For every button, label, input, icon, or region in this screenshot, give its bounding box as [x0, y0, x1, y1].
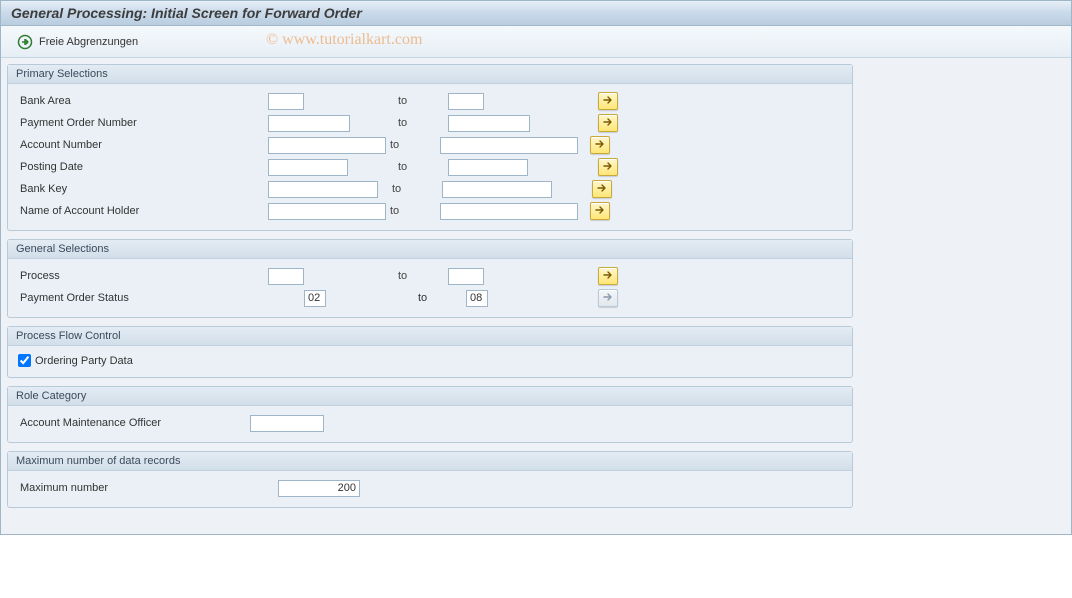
name-holder-multi-select-button[interactable] — [590, 202, 610, 220]
group-general-selections: General Selections Process to Payment Or… — [7, 239, 853, 318]
bank-area-multi-select-button[interactable] — [598, 92, 618, 110]
arrow-right-icon — [603, 292, 613, 305]
row-ordering-party: Ordering Party Data — [18, 352, 842, 369]
row-po-status: Payment Order Status to — [18, 287, 842, 309]
process-to-input[interactable] — [448, 268, 484, 285]
label-name-holder: Name of Account Holder — [18, 205, 268, 217]
free-delimitations-button[interactable]: Freie Abgrenzungen — [11, 32, 144, 52]
ordering-party-checkbox[interactable] — [18, 354, 31, 367]
to-label: to — [388, 205, 440, 217]
page-title: General Processing: Initial Screen for F… — [1, 1, 1071, 26]
label-bank-area: Bank Area — [18, 95, 268, 107]
row-bank-area: Bank Area to — [18, 90, 842, 112]
po-status-from-input[interactable] — [304, 290, 326, 307]
label-payment-order-number: Payment Order Number — [18, 117, 268, 129]
app-window: General Processing: Initial Screen for F… — [0, 0, 1072, 535]
arrow-right-icon — [603, 95, 613, 108]
bank-area-from-input[interactable] — [268, 93, 304, 110]
to-label: to — [388, 95, 448, 107]
account-number-to-input[interactable] — [440, 137, 578, 154]
group-title-primary: Primary Selections — [8, 65, 852, 84]
payment-order-number-from-input[interactable] — [268, 115, 350, 132]
bank-area-to-input[interactable] — [448, 93, 484, 110]
group-title-role: Role Category — [8, 387, 852, 406]
to-label: to — [388, 161, 448, 173]
label-po-status: Payment Order Status — [18, 292, 268, 304]
row-account-number: Account Number to — [18, 134, 842, 156]
row-posting-date: Posting Date to — [18, 156, 842, 178]
row-process: Process to — [18, 265, 842, 287]
execute-icon — [17, 34, 33, 50]
name-holder-to-input[interactable] — [440, 203, 578, 220]
bank-key-multi-select-button[interactable] — [592, 180, 612, 198]
arrow-right-icon — [595, 205, 605, 218]
ordering-party-label: Ordering Party Data — [35, 355, 133, 367]
row-payment-order-number: Payment Order Number to — [18, 112, 842, 134]
posting-date-multi-select-button[interactable] — [598, 158, 618, 176]
toolbar: Freie Abgrenzungen © www.tutorialkart.co… — [1, 26, 1071, 58]
bank-key-from-input[interactable] — [268, 181, 378, 198]
payment-order-number-multi-select-button[interactable] — [598, 114, 618, 132]
to-label: to — [388, 270, 448, 282]
account-number-from-input[interactable] — [268, 137, 386, 154]
name-holder-from-input[interactable] — [268, 203, 386, 220]
label-bank-key: Bank Key — [18, 183, 268, 195]
group-maximum-number: Maximum number of data records Maximum n… — [7, 451, 853, 508]
po-status-to-input[interactable] — [466, 290, 488, 307]
to-label: to — [418, 292, 448, 304]
arrow-right-icon — [603, 117, 613, 130]
account-number-multi-select-button[interactable] — [590, 136, 610, 154]
free-delimitations-label: Freie Abgrenzungen — [39, 36, 138, 48]
arrow-right-icon — [603, 161, 613, 174]
to-label: to — [388, 183, 442, 195]
group-primary-selections: Primary Selections Bank Area to Payment … — [7, 64, 853, 231]
label-process: Process — [18, 270, 268, 282]
row-bank-key: Bank Key to — [18, 178, 842, 200]
posting-date-from-input[interactable] — [268, 159, 348, 176]
process-multi-select-button[interactable] — [598, 267, 618, 285]
group-title-max: Maximum number of data records — [8, 452, 852, 471]
watermark-text: © www.tutorialkart.com — [266, 31, 422, 49]
group-title-general: General Selections — [8, 240, 852, 259]
group-role-category: Role Category Account Maintenance Office… — [7, 386, 853, 443]
group-process-flow-control: Process Flow Control Ordering Party Data — [7, 326, 853, 378]
content-area: Primary Selections Bank Area to Payment … — [1, 58, 1071, 534]
bank-key-to-input[interactable] — [442, 181, 552, 198]
arrow-right-icon — [595, 139, 605, 152]
maximum-number-input[interactable] — [278, 480, 360, 497]
row-account-officer: Account Maintenance Officer — [18, 412, 842, 434]
label-maximum-number: Maximum number — [18, 482, 278, 494]
arrow-right-icon — [597, 183, 607, 196]
label-posting-date: Posting Date — [18, 161, 268, 173]
payment-order-number-to-input[interactable] — [448, 115, 530, 132]
group-title-flow: Process Flow Control — [8, 327, 852, 346]
to-label: to — [388, 117, 448, 129]
label-account-officer: Account Maintenance Officer — [18, 417, 250, 429]
arrow-right-icon — [603, 270, 613, 283]
process-from-input[interactable] — [268, 268, 304, 285]
posting-date-to-input[interactable] — [448, 159, 528, 176]
po-status-multi-select-button[interactable] — [598, 289, 618, 307]
row-maximum-number: Maximum number — [18, 477, 842, 499]
row-name-holder: Name of Account Holder to — [18, 200, 842, 222]
to-label: to — [388, 139, 440, 151]
label-account-number: Account Number — [18, 139, 268, 151]
account-officer-input[interactable] — [250, 415, 324, 432]
